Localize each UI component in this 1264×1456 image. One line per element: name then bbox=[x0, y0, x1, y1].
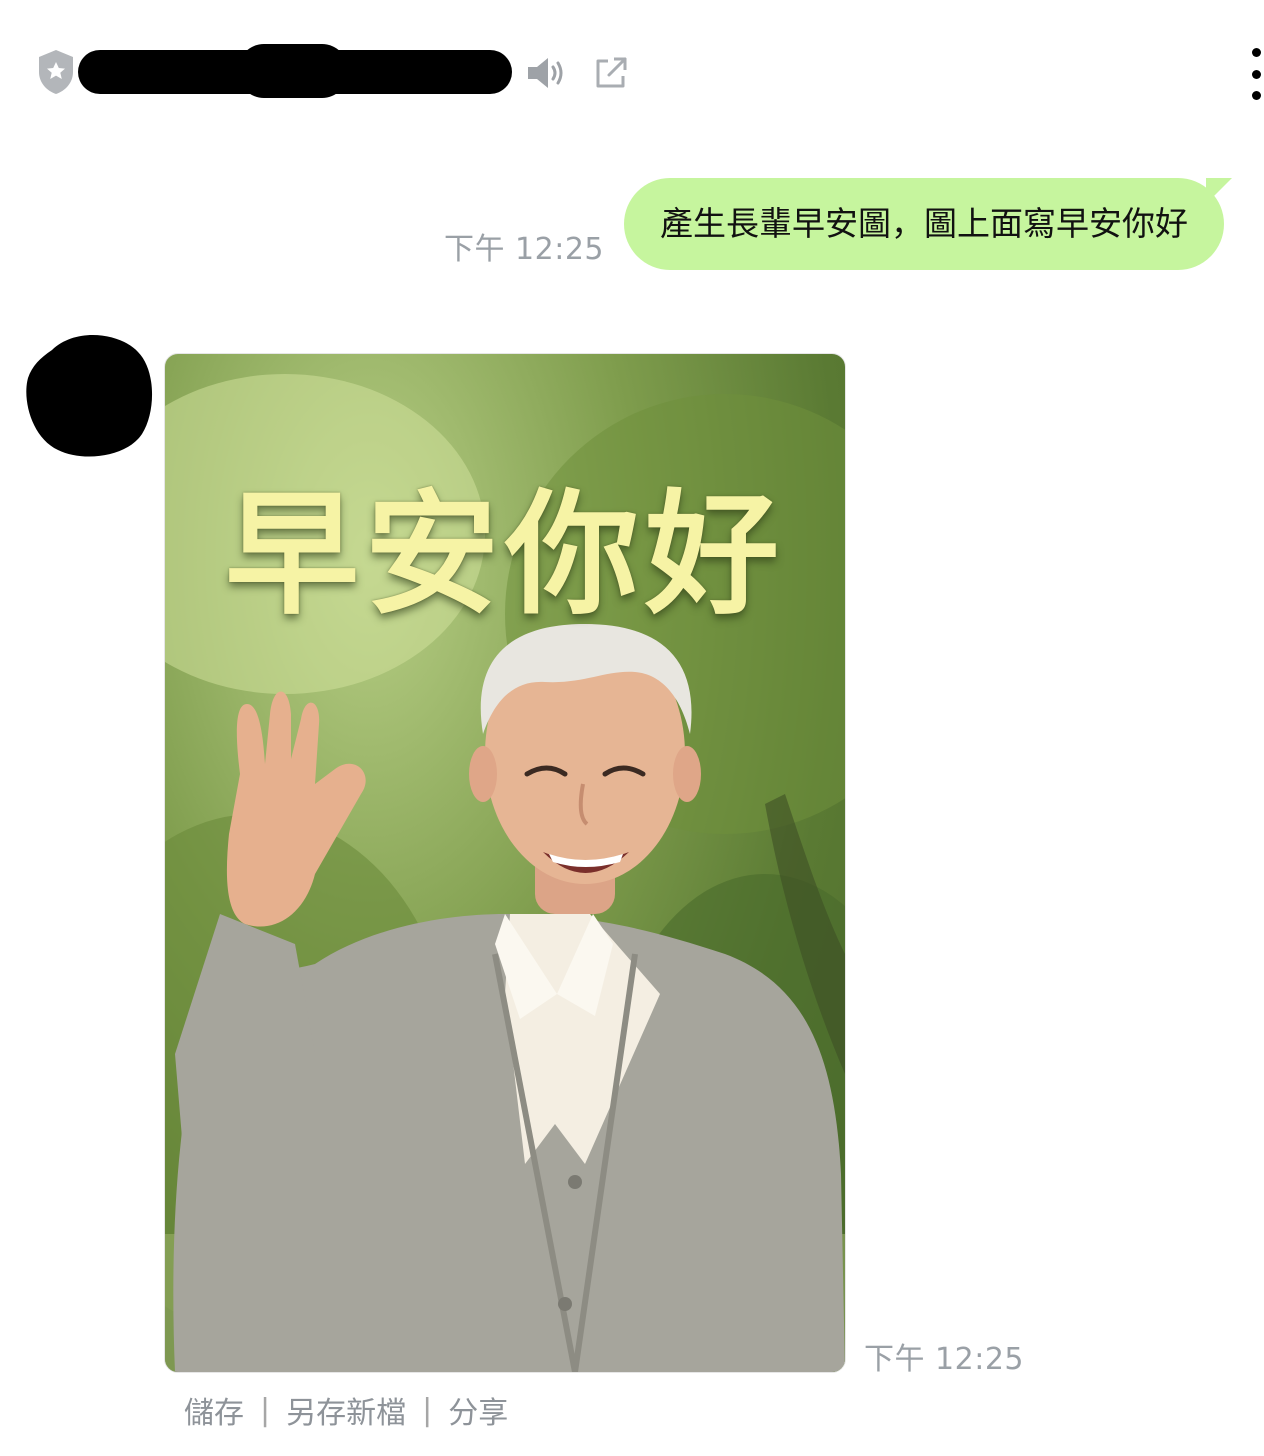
chat-name-redacted bbox=[78, 44, 512, 98]
save-as-link[interactable]: 另存新檔 bbox=[286, 1388, 406, 1432]
external-link-icon[interactable] bbox=[594, 56, 628, 90]
image-actions-bar: 儲存 | 另存新檔 | 分享 bbox=[184, 1388, 508, 1432]
more-vertical-icon[interactable] bbox=[1242, 48, 1264, 100]
speaker-icon[interactable] bbox=[526, 56, 566, 90]
image-caption-text: 早安你好 bbox=[224, 477, 785, 633]
message-row-sent: 下午 12:25 產生長輩早安圖，圖上面寫早安你好 bbox=[444, 178, 1224, 270]
save-image-link[interactable]: 儲存 bbox=[184, 1388, 244, 1432]
shield-star-icon bbox=[39, 50, 73, 94]
message-timestamp: 下午 12:25 bbox=[864, 1342, 1024, 1377]
chat-header bbox=[0, 0, 1264, 150]
separator: | bbox=[260, 1392, 271, 1428]
share-link[interactable]: 分享 bbox=[448, 1388, 508, 1432]
message-timestamp: 下午 12:25 bbox=[444, 232, 604, 267]
avatar-redacted[interactable] bbox=[22, 330, 154, 458]
received-image[interactable]: 早安你好 bbox=[164, 353, 846, 1373]
sent-message-bubble[interactable]: 產生長輩早安圖，圖上面寫早安你好 bbox=[624, 178, 1224, 270]
separator: | bbox=[422, 1392, 433, 1428]
